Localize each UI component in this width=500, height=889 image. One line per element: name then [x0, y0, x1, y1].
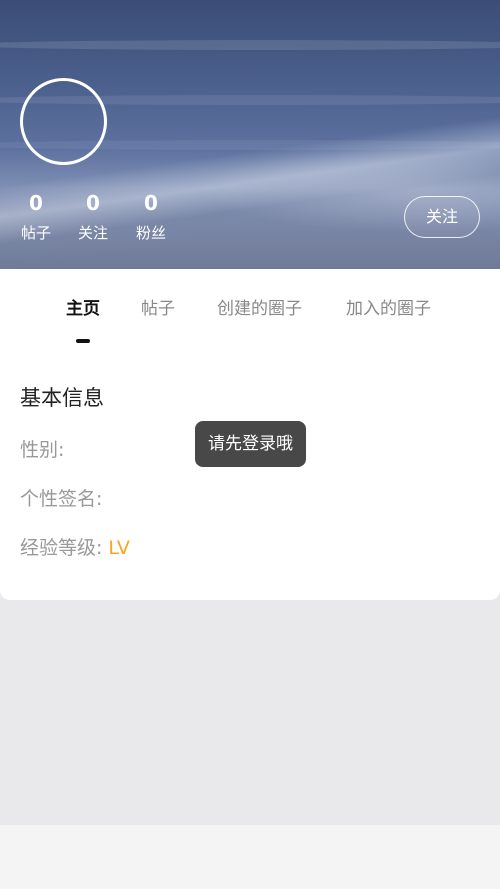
tab-posts[interactable]: 帖子	[141, 297, 175, 321]
stat-followers-label: 粉丝	[135, 224, 166, 242]
avatar[interactable]	[20, 78, 107, 165]
tab-home[interactable]: 主页	[66, 297, 100, 321]
level-row: 经验等级: LV	[20, 534, 130, 562]
profile-banner: 0 帖子 0 关注 0 粉丝 关注	[0, 0, 500, 269]
tab-joined-circles[interactable]: 加入的圈子	[346, 297, 431, 321]
gender-label: 性别:	[20, 439, 65, 461]
stat-followers-count: 0	[144, 191, 158, 215]
stat-following-count: 0	[86, 191, 100, 215]
gender-row: 性别:	[20, 436, 64, 464]
stat-posts[interactable]: 0 帖子	[11, 190, 61, 246]
active-tab-indicator	[76, 339, 90, 343]
tab-created-circles[interactable]: 创建的圈子	[217, 297, 302, 321]
signature-row: 个性签名:	[20, 485, 102, 513]
login-toast: 请先登录哦	[195, 421, 306, 467]
follow-button[interactable]: 关注	[404, 196, 480, 238]
stat-following-label: 关注	[77, 224, 108, 242]
bottom-strip	[0, 825, 500, 889]
level-label: 经验等级:	[20, 537, 103, 559]
stat-posts-count: 0	[29, 191, 43, 215]
tab-bar: 主页 帖子 创建的圈子 加入的圈子	[0, 269, 500, 359]
banner-wave	[0, 40, 500, 50]
basic-info-title: 基本信息	[20, 386, 104, 410]
signature-label: 个性签名:	[20, 488, 103, 510]
level-value: LV	[108, 537, 130, 559]
stat-following[interactable]: 0 关注	[68, 190, 118, 246]
stat-posts-label: 帖子	[20, 224, 51, 242]
stat-followers[interactable]: 0 粉丝	[126, 190, 176, 246]
